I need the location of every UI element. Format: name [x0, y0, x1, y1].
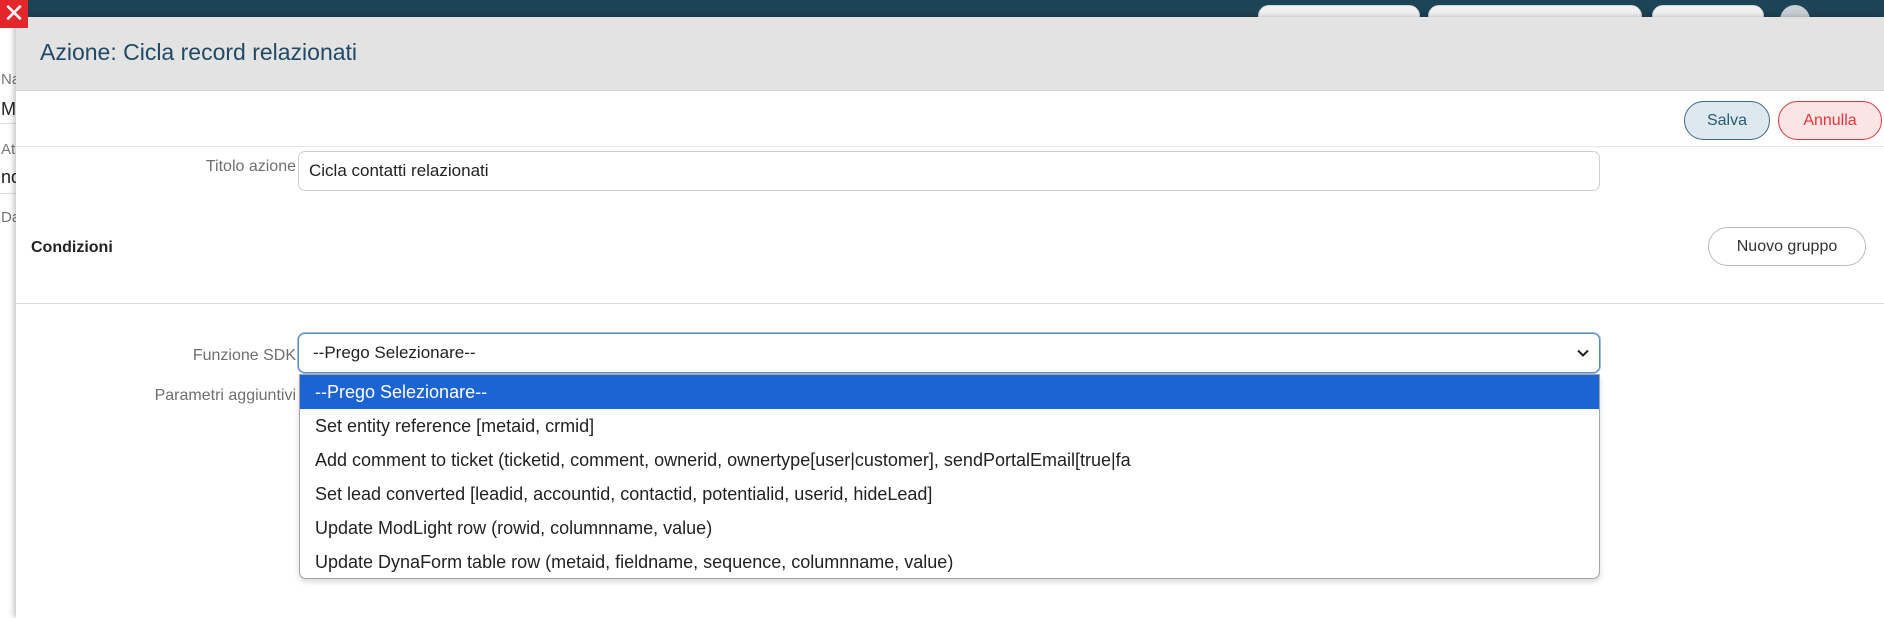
background-value: M	[1, 99, 16, 119]
dropdown-option[interactable]: Set lead converted [leadid, accountid, c…	[300, 477, 1599, 511]
extra-params-label: Parametri aggiuntivi	[154, 387, 296, 404]
modal-header: Azione: Cicla record relazionati	[16, 17, 1884, 91]
dropdown-option[interactable]: --Prego Selezionare--	[300, 375, 1599, 409]
dropdown-option[interactable]: Update DynaForm table row (metaid, field…	[300, 545, 1599, 578]
background-label: Da	[1, 209, 16, 226]
conditions-heading: Condizioni	[31, 239, 113, 256]
modal-toolbar: Salva Annulla	[16, 91, 1884, 147]
action-modal: Azione: Cicla record relazionati Salva A…	[16, 17, 1884, 618]
chevron-down-icon	[1577, 349, 1589, 357]
sdk-function-selected-value: --Prego Selezionare--	[313, 343, 476, 362]
save-button[interactable]: Salva	[1684, 101, 1770, 140]
background-label: Na	[1, 71, 16, 88]
cancel-button[interactable]: Annulla	[1778, 101, 1882, 140]
dropdown-option[interactable]: Update ModLight row (rowid, columnname, …	[300, 511, 1599, 545]
background-label: At	[1, 141, 16, 158]
background-page-left-edge: Na M At nd Da	[0, 17, 16, 618]
background-value: nd	[1, 167, 16, 187]
new-group-button[interactable]: Nuovo gruppo	[1708, 227, 1866, 266]
dropdown-option[interactable]: Add comment to ticket (ticketid, comment…	[300, 443, 1599, 477]
sdk-function-select[interactable]: --Prego Selezionare--	[298, 333, 1600, 373]
modal-title: Azione: Cicla record relazionati	[40, 39, 358, 65]
action-title-input[interactable]: Cicla contatti relazionati	[298, 151, 1600, 191]
dropdown-option[interactable]: Set entity reference [metaid, crmid]	[300, 409, 1599, 443]
sdk-function-label: Funzione SDK	[192, 347, 296, 364]
sdk-function-dropdown: --Prego Selezionare-- Set entity referen…	[299, 374, 1600, 579]
action-title-label: Titolo azione	[205, 158, 296, 175]
divider	[16, 303, 1884, 304]
close-icon[interactable]: ✕	[0, 0, 28, 28]
